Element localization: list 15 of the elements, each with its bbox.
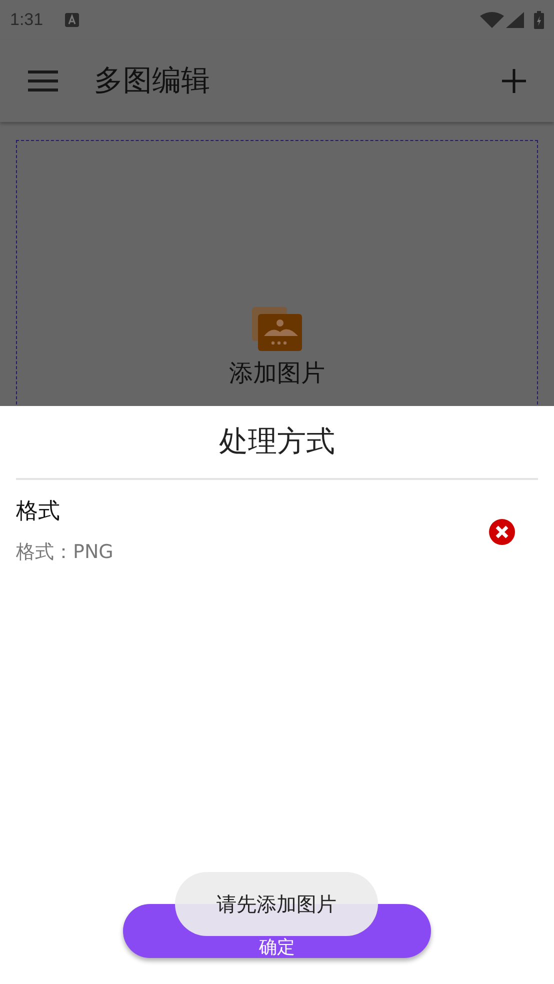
- signal-icon: [506, 12, 524, 28]
- battery-icon: [534, 11, 544, 29]
- menu-icon[interactable]: [28, 70, 58, 92]
- status-time: 1:31: [10, 9, 44, 32]
- app-bar-title: 多图编辑: [94, 62, 210, 100]
- toast: 请先添加图片: [175, 872, 378, 936]
- image-icon: [252, 307, 302, 351]
- option-title: 格式: [16, 498, 61, 526]
- sheet-title: 处理方式: [218, 423, 336, 460]
- add-icon[interactable]: [502, 69, 526, 93]
- remove-icon[interactable]: [488, 518, 516, 546]
- option-detail: 格式：PNG: [16, 540, 114, 565]
- add-image-label: 添加图片: [229, 359, 325, 387]
- keyboard-notification-icon: [65, 13, 80, 27]
- wifi-icon: [480, 12, 504, 28]
